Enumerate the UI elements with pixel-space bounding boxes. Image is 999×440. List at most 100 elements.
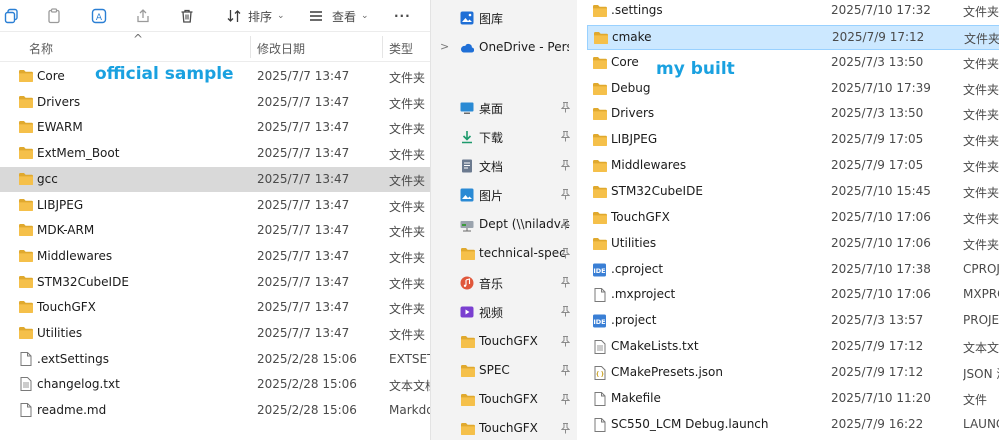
file-name: Drivers [611,106,655,121]
pin-icon[interactable] [560,189,571,200]
more-button[interactable]: ··· [394,6,411,26]
file-row-project[interactable]: IDE .project 2025/7/3 13:57 PROJEC [587,309,999,334]
file-row-drivers[interactable]: Drivers 2025/7/3 13:50 文件夹 [587,102,999,127]
file-row-extsettings[interactable]: .extSettings 2025/2/28 15:06 EXTSET [0,347,430,372]
file-row-core[interactable]: Core 2025/7/3 13:50 文件夹 [587,51,999,76]
folder-icon [460,364,475,378]
nav-item-spec[interactable]: SPEC [431,358,577,384]
nav-item-label: 音乐 [479,277,504,291]
column-date[interactable]: 修改日期 [257,40,305,57]
file-row-mxproject[interactable]: .mxproject 2025/7/10 17:06 MXPRO [587,283,999,308]
file-row-cmakelists-txt[interactable]: CMakeLists.txt 2025/7/9 17:12 文本文 [587,335,999,360]
file-row-middlewares[interactable]: Middlewares 2025/7/7 13:47 文件夹 [0,244,430,269]
column-type[interactable]: 类型 [389,40,413,57]
pin-icon[interactable] [560,102,571,113]
file-name: .mxproject [611,287,676,302]
column-divider[interactable] [382,36,383,58]
nav-item-音乐[interactable]: 音乐 [431,270,577,296]
nav-item-technical-spec[interactable]: technical-spec [431,241,577,267]
folder-icon [593,31,609,45]
file-date: 2025/7/9 16:22 [831,416,924,431]
share-button[interactable] [135,6,151,26]
file-row-gcc[interactable]: gcc 2025/7/7 13:47 文件夹 [0,166,430,192]
pin-icon[interactable] [560,277,571,288]
delete-button[interactable] [179,6,195,26]
file-row-stm32cubeide[interactable]: STM32CubeIDE 2025/7/10 15:45 文件夹 [587,180,999,205]
chevron-down-icon: ⌄ [361,11,369,21]
nav-item-touchgfx[interactable]: TouchGFX [431,329,577,355]
file-row-mdk-arm[interactable]: MDK-ARM 2025/7/7 13:47 文件夹 [0,218,430,243]
folder-icon [18,326,34,340]
nav-item-桌面[interactable]: 桌面 [431,95,577,121]
file-name: CMakeLists.txt [611,339,699,354]
file-row-debug[interactable]: Debug 2025/7/10 17:39 文件夹 [587,77,999,102]
file-list-pane: .settings 2025/7/10 17:32 文件夹 cmake 2025/7/9… [577,0,999,440]
file-row-drivers[interactable]: Drivers 2025/7/7 13:47 文件夹 [0,90,430,115]
file-type: 文本文档 [389,379,430,394]
nav-item-下载[interactable]: 下载 [431,124,577,150]
file-type: 文件夹 [389,250,426,265]
file-row-touchgfx[interactable]: TouchGFX 2025/7/10 17:06 文件夹 [587,206,999,231]
copy-button[interactable] [4,6,20,26]
file-row-cmakepresets-json[interactable]: CMakePresets.json 2025/7/9 17:12 JSON 源 [587,361,999,386]
nav-item-视频[interactable]: 视频 [431,299,577,325]
nav-item-touchgfx[interactable]: TouchGFX [431,387,577,413]
nav-item-文档[interactable]: 文档 [431,153,577,179]
folder-icon [18,120,34,134]
pin-icon[interactable] [560,131,571,142]
pin-icon[interactable] [560,365,571,376]
nav-item-图片[interactable]: 图片 [431,182,577,208]
nav-item-图库[interactable]: 图库 [431,5,577,31]
pin-icon[interactable] [560,423,571,434]
file-row-readme-md[interactable]: readme.md 2025/2/28 15:06 Markdo [0,398,430,423]
file-row-libjpeg[interactable]: LIBJPEG 2025/7/9 17:05 文件夹 [587,128,999,153]
file-row-extmem-boot[interactable]: ExtMem_Boot 2025/7/7 13:47 文件夹 [0,141,430,166]
pin-icon[interactable] [560,219,571,230]
file-row-ewarm[interactable]: EWARM 2025/7/7 13:47 文件夹 [0,115,430,140]
nav-item-touchgfx[interactable]: TouchGFX [431,416,577,440]
rename-button[interactable]: A [91,6,107,26]
file-row-changelog-txt[interactable]: changelog.txt 2025/2/28 15:06 文本文档 [0,372,430,397]
file-row-middlewares[interactable]: Middlewares 2025/7/9 17:05 文件夹 [587,154,999,179]
folder-icon [18,249,34,263]
file-type: 文件夹 [389,173,426,188]
file-row-sc550-lcm-debug-launch[interactable]: SC550_LCM Debug.launch 2025/7/9 16:22 LAUN… [587,413,999,438]
pin-icon[interactable] [560,336,571,347]
file-row-settings[interactable]: .settings 2025/7/10 17:32 文件夹 [587,0,999,24]
view-button[interactable]: 查看 ⌄ [308,6,369,26]
column-divider[interactable] [250,36,251,58]
documents-icon [460,159,474,173]
column-name[interactable]: 名称 [29,40,53,57]
paste-button[interactable] [46,6,62,26]
file-row-utilities[interactable]: Utilities 2025/7/7 13:47 文件夹 [0,321,430,346]
file-row-touchgfx[interactable]: TouchGFX 2025/7/7 13:47 文件夹 [0,295,430,320]
file-name: Core [37,69,65,83]
video-icon [460,305,474,319]
nav-item-label: Dept (\\niladv.c [479,217,569,231]
file-row-utilities[interactable]: Utilities 2025/7/10 17:06 文件夹 [587,232,999,257]
file-name: STM32CubeIDE [37,274,129,289]
annotation-official-sample: official sample [95,64,234,84]
file-row-stm32cubeide[interactable]: STM32CubeIDE 2025/7/7 13:47 文件夹 [0,270,430,295]
nav-item-label: SPEC [479,363,510,377]
folder-icon [592,107,608,121]
file-type: 文件夹 [963,160,999,175]
file-date: 2025/7/3 13:50 [831,54,924,69]
file-name: Utilities [37,326,83,340]
nav-item-dept-niladv-c[interactable]: Dept (\\niladv.c [431,212,577,238]
pin-icon[interactable] [560,306,571,317]
file-name: SC550_LCM Debug.launch [611,416,769,431]
file-row-cproject[interactable]: IDE .cproject 2025/7/10 17:38 CPROJE [587,258,999,283]
pin-icon[interactable] [560,248,571,259]
nav-item-onedrive-perso[interactable]: > OneDrive - Perso [431,35,577,61]
pin-icon[interactable] [560,394,571,405]
file-row-libjpeg[interactable]: LIBJPEG 2025/7/7 13:47 文件夹 [0,193,430,218]
file-row-makefile[interactable]: Makefile 2025/7/10 11:20 文件 [587,387,999,412]
chevron-right-icon[interactable]: > [440,40,449,53]
file-date: 2025/7/10 17:39 [831,80,931,95]
pin-icon[interactable] [560,160,571,171]
sort-button[interactable]: 排序 ⌄ [226,6,285,26]
navigation-pane: 图库 > OneDrive - Perso 桌面下载文档图片 Dept (\\nilad… [431,0,577,440]
folder-icon [592,82,608,96]
file-row-cmake[interactable]: cmake 2025/7/9 17:12 文件夹 [587,24,999,50]
